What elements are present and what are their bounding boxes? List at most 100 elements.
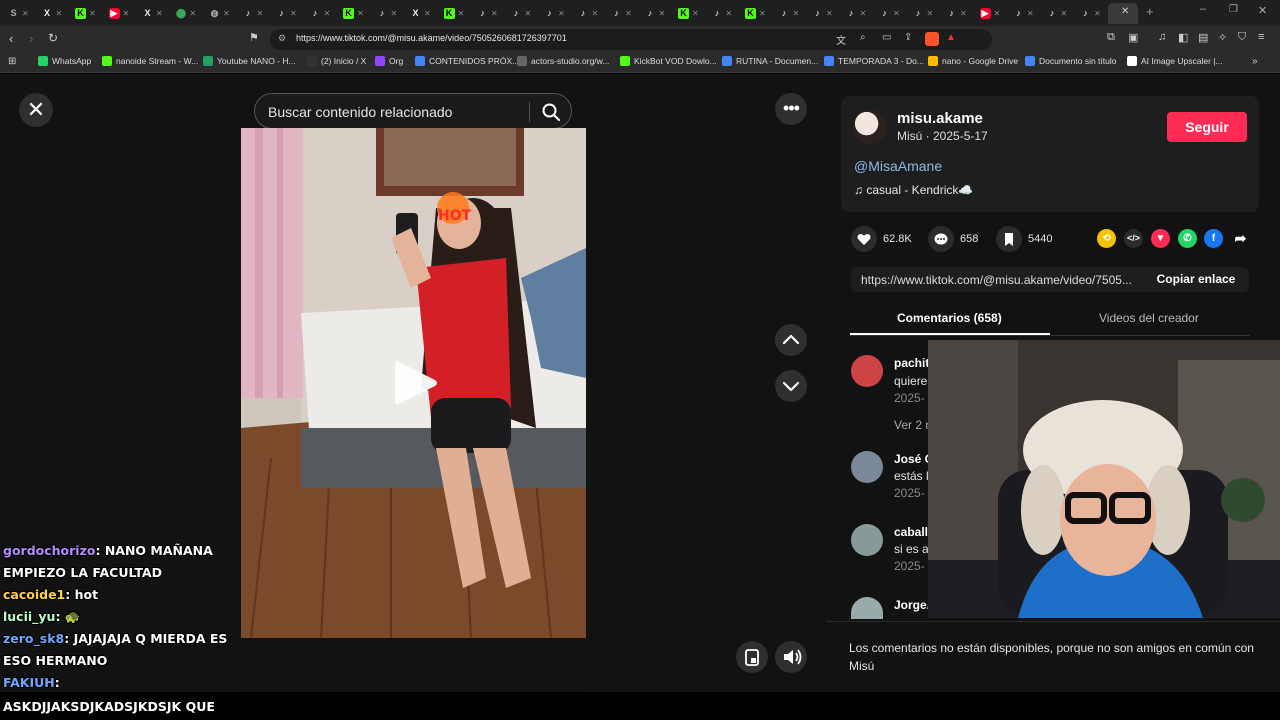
tab-creator-videos[interactable]: Videos del creador (1099, 311, 1199, 325)
browser-tab[interactable]: X ✕ (410, 4, 440, 22)
close-tab-icon[interactable]: ✕ (893, 9, 900, 18)
comment-stat[interactable]: 658 (928, 226, 978, 252)
browser-tab[interactable]: K ✕ (443, 4, 474, 22)
close-tab-icon[interactable]: ✕ (960, 9, 967, 18)
more-bookmarks-icon[interactable]: » (1252, 56, 1258, 67)
close-tab-icon[interactable]: ✕ (1121, 6, 1129, 17)
whatsapp-share-icon[interactable]: ✆ (1178, 229, 1197, 248)
bookmark-item[interactable]: AI Image Upscaler |... (1127, 56, 1223, 66)
follow-button[interactable]: Seguir (1167, 112, 1247, 142)
bookmark-item[interactable]: Documento sin título (1025, 56, 1116, 66)
browser-tab[interactable]: ◍ ✕ (209, 4, 239, 22)
bookmark-item[interactable]: Youtube NANO - H... (203, 56, 296, 66)
screenshot-icon[interactable]: ▣ (1128, 31, 1138, 44)
view-replies-link[interactable]: Ver 2 r (894, 418, 929, 432)
close-tab-icon[interactable]: ✕ (56, 9, 63, 18)
close-tab-icon[interactable]: ✕ (324, 9, 331, 18)
bookmark-item[interactable]: nano - Google Drive (928, 56, 1018, 66)
close-tab-icon[interactable]: ✕ (1027, 9, 1034, 18)
browser-tab[interactable]: ♪ ✕ (645, 4, 675, 22)
close-tab-icon[interactable]: ✕ (1061, 9, 1068, 18)
close-tab-icon[interactable]: ✕ (391, 9, 398, 18)
bookmark-icon[interactable]: ⚑ (249, 31, 259, 44)
vpn-icon[interactable]: ⛉ (1238, 31, 1246, 44)
close-tab-icon[interactable]: ✕ (223, 9, 230, 18)
browser-tab[interactable]: ♪ ✕ (377, 4, 407, 22)
close-tab-icon[interactable]: ✕ (458, 9, 465, 18)
bookmark-item[interactable]: CONTENIDOS PRÓX... (415, 56, 519, 66)
browser-tab[interactable]: ▶ ✕ (979, 4, 1010, 22)
close-tab-icon[interactable]: ✕ (190, 9, 197, 18)
related-search-input[interactable]: Buscar contenido relacionado (254, 93, 572, 129)
bookmark-item[interactable]: nanoide Stream - W... (102, 56, 198, 66)
browser-tab[interactable]: ♪ ✕ (946, 4, 976, 22)
close-tab-icon[interactable]: ✕ (89, 9, 96, 18)
translate-icon[interactable]: 文 (836, 32, 846, 47)
url-field[interactable]: ⚙ https://www.tiktok.com/@misu.akame/vid… (270, 29, 992, 50)
zoom-icon[interactable]: ⌕ (860, 32, 866, 43)
search-icon[interactable] (541, 102, 561, 122)
browser-tab[interactable]: ♪ ✕ (1047, 4, 1077, 22)
comment-avatar[interactable] (851, 451, 883, 483)
close-tab-icon[interactable]: ✕ (726, 9, 733, 18)
close-tab-icon[interactable]: ✕ (424, 9, 431, 18)
author-avatar[interactable] (853, 110, 887, 144)
browser-tab[interactable]: ♪ ✕ (1013, 4, 1043, 22)
comment-author[interactable]: pachit (894, 356, 929, 370)
tab-comments[interactable]: Comentarios (658) (897, 311, 1002, 325)
close-tab-icon[interactable]: ✕ (793, 9, 800, 18)
bookmark-item[interactable]: WhatsApp (38, 56, 91, 66)
close-window-icon[interactable]: ✕ (1258, 4, 1267, 17)
media-icon[interactable]: ♫ (1158, 31, 1166, 43)
extensions-icon[interactable]: ⧉ (1107, 31, 1115, 44)
browser-tab[interactable]: ♪ ✕ (879, 4, 909, 22)
browser-tab[interactable]: K ✕ (745, 4, 775, 22)
bookmark-item[interactable]: KickBot VOD Dowlo... (620, 56, 717, 66)
volume-button[interactable] (775, 641, 807, 673)
close-tab-icon[interactable]: ✕ (759, 9, 766, 18)
browser-tab[interactable]: X ✕ (42, 4, 72, 22)
menu-icon[interactable]: ≡ (1258, 31, 1264, 43)
browser-tab[interactable]: ▶ ✕ (108, 4, 139, 22)
browser-tab[interactable]: ♪ ✕ (310, 4, 340, 22)
repost-icon[interactable]: ⟲ (1097, 229, 1116, 248)
minimize-icon[interactable]: – (1200, 3, 1206, 15)
comment-avatar[interactable] (851, 355, 883, 387)
back-icon[interactable]: ‹ (9, 31, 13, 46)
music-link[interactable]: ♫ casual - Kendrick☁️ (854, 183, 973, 197)
close-tab-icon[interactable]: ✕ (692, 9, 699, 18)
share-arrow-icon[interactable]: ➦ (1231, 229, 1250, 248)
wallet-icon[interactable]: ▤ (1198, 31, 1208, 44)
maximize-icon[interactable]: ❐ (1229, 4, 1238, 15)
browser-tab[interactable]: ♪ ✕ (611, 4, 641, 22)
apps-grid-icon[interactable]: ⊞ (8, 56, 16, 67)
close-tab-icon[interactable]: ✕ (1094, 9, 1101, 18)
rewards-icon[interactable]: ▲ (946, 32, 956, 43)
close-video-button[interactable]: ✕ (19, 93, 53, 127)
comment-avatar[interactable] (851, 524, 883, 556)
share-icon[interactable]: ⇪ (904, 32, 912, 43)
bookmark-item[interactable]: (2) Inicio / X (307, 56, 366, 66)
browser-tab[interactable]: ⬤ ✕ (176, 4, 206, 22)
embed-icon[interactable]: </> (1124, 229, 1143, 248)
description-mention[interactable]: @MisaAmane (854, 158, 942, 174)
browser-tab[interactable]: K ✕ (678, 4, 708, 22)
heart-icon[interactable] (851, 226, 877, 252)
close-tab-icon[interactable]: ✕ (826, 9, 833, 18)
browser-tab[interactable]: ♪ ✕ (477, 4, 507, 22)
browser-tab[interactable]: K ✕ (343, 4, 373, 22)
browser-tab[interactable]: ♪ ✕ (779, 4, 809, 22)
close-tab-icon[interactable]: ✕ (257, 9, 264, 18)
browser-tab[interactable]: ♪ ✕ (544, 4, 574, 22)
close-tab-icon[interactable]: ✕ (22, 9, 29, 18)
site-info-icon[interactable]: ⚙ (278, 33, 286, 44)
bookmark-item[interactable]: actors-studio.org/w... (517, 56, 609, 66)
browser-tab[interactable]: ♪ ✕ (243, 4, 273, 22)
save-stat[interactable]: 5440 (996, 226, 1052, 252)
pip-button[interactable] (736, 641, 768, 673)
sidebar-icon[interactable]: ◧ (1178, 31, 1188, 44)
browser-tab[interactable]: ♪ ✕ (578, 4, 608, 22)
comment-author[interactable]: caball (894, 525, 928, 539)
browser-tab[interactable]: X ✕ (142, 4, 172, 22)
browser-tab[interactable]: ♪ ✕ (276, 4, 306, 22)
